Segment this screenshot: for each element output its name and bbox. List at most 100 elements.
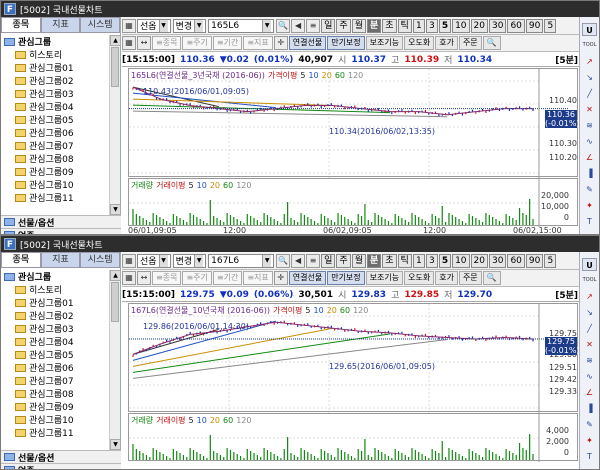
text-tool-icon[interactable]: T	[582, 450, 597, 463]
tree-item[interactable]: 관심그룹07	[1, 374, 109, 387]
interval-button[interactable]: 90	[525, 253, 544, 268]
tree-scrollbar[interactable]: ▲ ▼	[109, 35, 121, 215]
angle-tool-icon[interactable]: ∠	[582, 151, 597, 164]
angle-tool-icon[interactable]: ∠	[582, 386, 597, 399]
crosshair-icon[interactable]: ✛	[273, 36, 288, 50]
tree-item[interactable]: 관심그룹01	[1, 61, 109, 74]
period-button[interactable]: 주	[336, 253, 351, 268]
bar-tool-icon[interactable]: ▐	[582, 402, 597, 415]
grid-icon[interactable]: ▦	[122, 36, 136, 50]
function-button[interactable]: 주문	[458, 271, 482, 285]
bar-tool-icon[interactable]: ▐	[582, 167, 597, 180]
option-button[interactable]: ≡기간	[212, 271, 243, 285]
tree-item[interactable]: 관심그룹03	[1, 322, 109, 335]
period-button[interactable]: 분	[366, 18, 382, 33]
fib-tool-icon[interactable]: ≋	[582, 119, 597, 132]
down-arrow-icon[interactable]: ↘	[582, 71, 597, 84]
tree-item[interactable]: 관심그룹06	[1, 361, 109, 374]
scroll-up-icon[interactable]: ▲	[110, 270, 121, 281]
interval-button[interactable]: 5	[544, 253, 557, 268]
interval-button[interactable]: 3	[425, 18, 438, 33]
expand-icon[interactable]: ↔	[137, 36, 151, 50]
tree-root[interactable]: 관심그룹	[1, 270, 109, 283]
function-button[interactable]: 주문	[458, 36, 482, 50]
tree-item[interactable]: 관심그룹05	[1, 113, 109, 126]
interval-button[interactable]: 60	[507, 253, 525, 268]
TOOL-icon[interactable]: TOOL	[582, 274, 597, 287]
function-button[interactable]: 연결선물	[288, 36, 327, 50]
scroll-thumb[interactable]	[111, 47, 119, 87]
interval-button[interactable]: 10	[452, 18, 470, 33]
tree-item[interactable]: 관심그룹04	[1, 335, 109, 348]
market-select[interactable]: 선옵 ▼	[137, 253, 171, 268]
period-button[interactable]: 틱	[397, 18, 412, 33]
tab-system[interactable]: 시스템	[80, 17, 121, 33]
tree-item[interactable]: 관심그룹02	[1, 74, 109, 87]
interval-button[interactable]: 30	[488, 253, 507, 268]
tab-indicator[interactable]: 지표	[40, 252, 81, 268]
fib-tool-icon[interactable]: ≋	[582, 354, 597, 367]
tree-root[interactable]: 관심그룹	[1, 35, 109, 48]
tree-item[interactable]: 관심그룹07	[1, 139, 109, 152]
period-button[interactable]: 틱	[397, 253, 412, 268]
grid-icon[interactable]: ▦	[122, 18, 136, 33]
tree-item[interactable]: 관심그룹04	[1, 100, 109, 113]
interval-button[interactable]: 5	[438, 18, 452, 33]
tree-item[interactable]: 관심그룹11	[1, 191, 109, 204]
down-arrow-icon[interactable]: ↘	[582, 306, 597, 319]
tree-item[interactable]: 관심그룹03	[1, 87, 109, 100]
line-tool-icon[interactable]: ╱	[582, 87, 597, 100]
U-icon[interactable]: U	[582, 258, 597, 271]
function-button[interactable]: 호가	[435, 271, 458, 285]
period-button[interactable]: 월	[351, 18, 366, 33]
up-arrow-icon[interactable]: ↗	[582, 290, 597, 303]
interval-button[interactable]: 1	[412, 253, 425, 268]
code-input[interactable]: 165L6 ▼	[208, 18, 275, 33]
tree-item[interactable]: 관심그룹11	[1, 426, 109, 439]
code-input[interactable]: 167L6 ▼	[208, 253, 275, 268]
list-icon[interactable]: ≡	[306, 18, 321, 33]
change-select[interactable]: 변경 ▼	[172, 18, 207, 33]
interval-button[interactable]: 5	[438, 253, 452, 268]
bottom-group[interactable]: 선물/옵션	[1, 450, 121, 464]
volume-chart[interactable]: 거래량 거래이평 5 10 20 60 120 20,000 10,000 0	[128, 178, 578, 227]
bottom-group[interactable]: 선물/옵션	[1, 215, 121, 229]
cross-tool-icon[interactable]: ✕	[582, 338, 597, 351]
interval-button[interactable]: 3	[425, 253, 438, 268]
function-button[interactable]: 🔍	[482, 271, 501, 285]
tab-symbol[interactable]: 종목	[1, 17, 41, 33]
interval-button[interactable]: 30	[488, 18, 507, 33]
function-button[interactable]: 호가	[435, 36, 458, 50]
interval-button[interactable]: 1	[412, 18, 425, 33]
TOOL-icon[interactable]: TOOL	[582, 39, 597, 52]
tree-item[interactable]: 관심그룹10	[1, 178, 109, 191]
bottom-group[interactable]: 업종	[1, 463, 121, 469]
option-button[interactable]: ≡주기	[182, 271, 212, 285]
grid-icon[interactable]: ▦	[122, 253, 136, 268]
scroll-down-icon[interactable]: ▼	[110, 439, 121, 450]
function-button[interactable]: 오도화	[404, 36, 435, 50]
crosshair-icon[interactable]: ✛	[273, 271, 288, 285]
tree-item[interactable]: 관심그룹08	[1, 152, 109, 165]
star-tool-icon[interactable]: ✦	[582, 434, 597, 447]
scroll-up-icon[interactable]: ▲	[110, 35, 121, 46]
interval-button[interactable]: 5	[544, 18, 557, 33]
star-tool-icon[interactable]: ✦	[582, 199, 597, 212]
bottom-group[interactable]: 업종	[1, 228, 121, 234]
period-button[interactable]: 일	[321, 253, 336, 268]
tree-item[interactable]: 관심그룹09	[1, 400, 109, 413]
grid-icon[interactable]: ▦	[122, 271, 136, 285]
expand-icon[interactable]: ↔	[137, 271, 151, 285]
function-button[interactable]: 만기보정	[327, 271, 365, 285]
tree-item[interactable]: 관심그룹06	[1, 126, 109, 139]
function-button[interactable]: 🔍	[482, 36, 501, 50]
tab-symbol[interactable]: 종목	[1, 252, 41, 268]
period-button[interactable]: 분	[366, 253, 382, 268]
period-button[interactable]: 초	[382, 253, 397, 268]
line-tool-icon[interactable]: ╱	[582, 322, 597, 335]
tree-item[interactable]: 히스토리	[1, 283, 109, 296]
tab-system[interactable]: 시스템	[80, 252, 121, 268]
tab-indicator[interactable]: 지표	[40, 17, 81, 33]
tree-item[interactable]: 관심그룹05	[1, 348, 109, 361]
tree-item[interactable]: 관심그룹09	[1, 165, 109, 178]
